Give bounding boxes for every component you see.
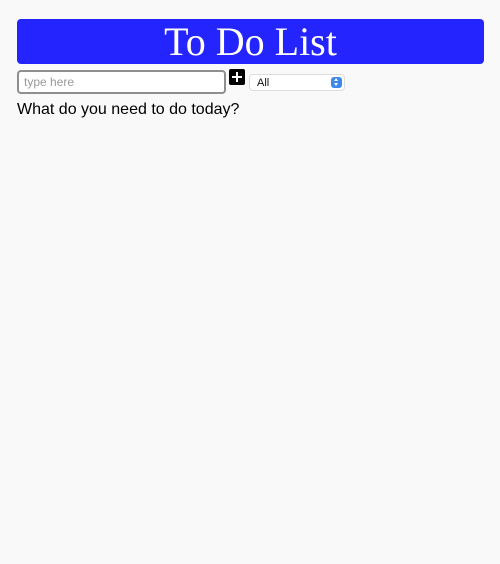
page-title: To Do List [164,19,337,64]
add-task-button[interactable] [229,69,245,85]
arrow-down-icon [334,83,338,86]
app-header: To Do List [17,19,484,64]
arrow-up-icon [334,78,338,81]
filter-select[interactable]: All [249,74,345,91]
task-input[interactable] [17,70,226,94]
select-arrows-icon [331,77,342,88]
filter-selected-value: All [257,77,270,89]
empty-list-prompt: What do you need to do today? [17,101,240,118]
plus-icon-vertical-bar [236,72,238,82]
